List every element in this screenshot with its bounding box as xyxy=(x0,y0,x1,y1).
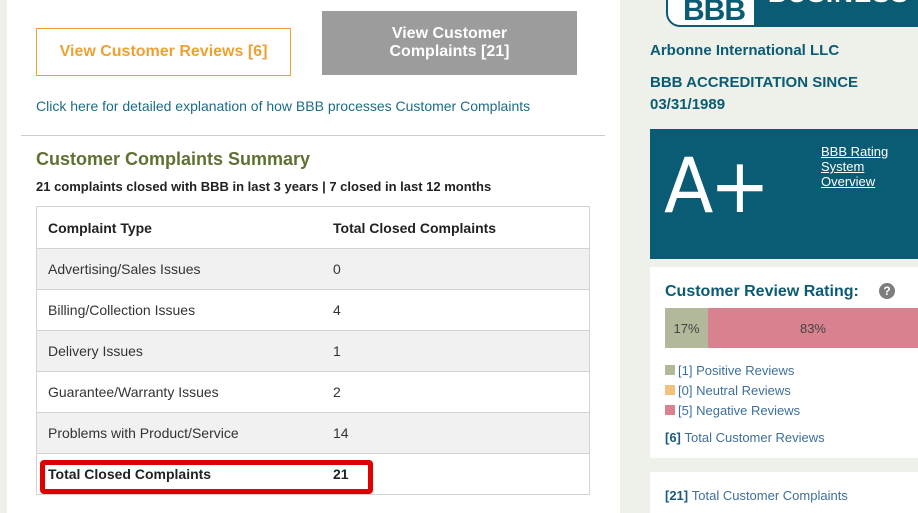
complaints-summary-title: Customer Complaints Summary xyxy=(36,149,311,169)
table-row: Delivery Issues 1 xyxy=(37,330,589,371)
accreditation-date: BBB ACCREDITATION SINCE 03/31/1989 xyxy=(650,74,859,113)
complaint-type-cell: Advertising/Sales Issues xyxy=(48,261,201,277)
review-bar-segment-positive: 17% xyxy=(665,308,708,348)
review-rating-title: Customer Review Rating: xyxy=(665,283,859,300)
logo-business-word: BUSINESS xyxy=(768,0,909,9)
review-legend: [1] Positive Reviews [0] Neutral Reviews… xyxy=(665,360,800,420)
total-customer-complaints-link[interactable]: [21] Total Customer Complaints xyxy=(665,488,848,503)
table-row: Problems with Product/Service 14 xyxy=(37,412,589,453)
table-row: Guarantee/Warranty Issues 2 xyxy=(37,371,589,412)
bbb-logo[interactable]: BBB BUSINESS xyxy=(666,0,918,27)
legend-count: [1] xyxy=(678,362,693,378)
business-name: Arbonne International LLC xyxy=(650,42,840,59)
negative-swatch-icon xyxy=(665,405,675,415)
complaint-count-cell: 1 xyxy=(333,343,341,359)
bbb-rating-box: A+ BBB Rating System Overview xyxy=(650,129,918,259)
rating-system-overview-link[interactable]: BBB Rating System Overview xyxy=(821,144,911,189)
column-header-complaint-type: Complaint Type xyxy=(48,219,152,236)
complaint-type-cell: Delivery Issues xyxy=(48,343,143,359)
view-customer-reviews-button[interactable]: View Customer Reviews [6] xyxy=(36,28,291,76)
section-divider xyxy=(21,135,605,136)
total-value-cell: 21 xyxy=(333,466,349,482)
complaints-table: Complaint Type Total Closed Complaints A… xyxy=(36,206,590,495)
table-total-row: Total Closed Complaints 21 xyxy=(37,453,589,494)
total-complaints-card: [21] Total Customer Complaints xyxy=(650,472,918,513)
complaint-type-cell: Problems with Product/Service xyxy=(48,425,239,441)
column-header-total-closed: Total Closed Complaints xyxy=(333,219,497,236)
legend-label: Neutral Reviews xyxy=(696,382,791,398)
view-customer-complaints-button[interactable]: View Customer Complaints [21] xyxy=(322,11,577,75)
rating-grade: A+ xyxy=(664,141,770,230)
bbb-logo-text: BBB xyxy=(683,0,746,27)
total-reviews-count: [6] xyxy=(665,430,681,445)
complaint-count-cell: 2 xyxy=(333,384,341,400)
total-reviews-label: Total Customer Reviews xyxy=(684,430,825,445)
complaint-count-cell: 14 xyxy=(333,425,349,441)
total-label-cell: Total Closed Complaints xyxy=(48,466,212,482)
complaints-summary-subtitle: 21 complaints closed with BBB in last 3 … xyxy=(36,179,492,194)
review-rating-bar: 17% 83% xyxy=(665,308,918,348)
legend-label: Positive Reviews xyxy=(696,362,795,378)
legend-positive-reviews[interactable]: [1] Positive Reviews xyxy=(665,360,800,380)
legend-count: [0] xyxy=(678,382,693,398)
help-icon[interactable]: ? xyxy=(879,283,895,299)
legend-label: Negative Reviews xyxy=(696,402,801,418)
customer-review-rating-card: Customer Review Rating: ? 17% 83% [1] Pos… xyxy=(650,267,918,458)
table-row: Billing/Collection Issues 4 xyxy=(37,289,589,330)
legend-neutral-reviews[interactable]: [0] Neutral Reviews xyxy=(665,380,800,400)
total-complaints-label: Total Customer Complaints xyxy=(691,488,848,503)
page-gutter xyxy=(0,0,7,513)
legend-negative-reviews[interactable]: [5] Negative Reviews xyxy=(665,400,800,420)
business-sidebar: BBB BUSINESS Arbonne International LLC B… xyxy=(620,0,918,513)
neutral-swatch-icon xyxy=(665,385,675,395)
table-row: Advertising/Sales Issues 0 xyxy=(37,248,589,289)
complaint-type-cell: Guarantee/Warranty Issues xyxy=(48,384,219,400)
positive-swatch-icon xyxy=(665,365,675,375)
total-complaints-count: [21] xyxy=(665,488,689,503)
legend-count: [5] xyxy=(678,402,693,418)
total-customer-reviews-link[interactable]: [6] Total Customer Reviews xyxy=(665,430,825,445)
complaint-count-cell: 4 xyxy=(333,302,341,318)
table-header-row: Complaint Type Total Closed Complaints xyxy=(37,207,589,248)
complaints-main-panel: View Customer Reviews [6] View Customer … xyxy=(7,0,620,513)
complaint-count-cell: 0 xyxy=(333,261,341,277)
logo-dark-panel: BUSINESS xyxy=(754,0,918,25)
complaint-type-cell: Billing/Collection Issues xyxy=(48,302,196,318)
complaint-process-explanation-link[interactable]: Click here for detailed explanation of h… xyxy=(36,98,530,114)
review-bar-segment-negative: 83% xyxy=(708,308,918,348)
